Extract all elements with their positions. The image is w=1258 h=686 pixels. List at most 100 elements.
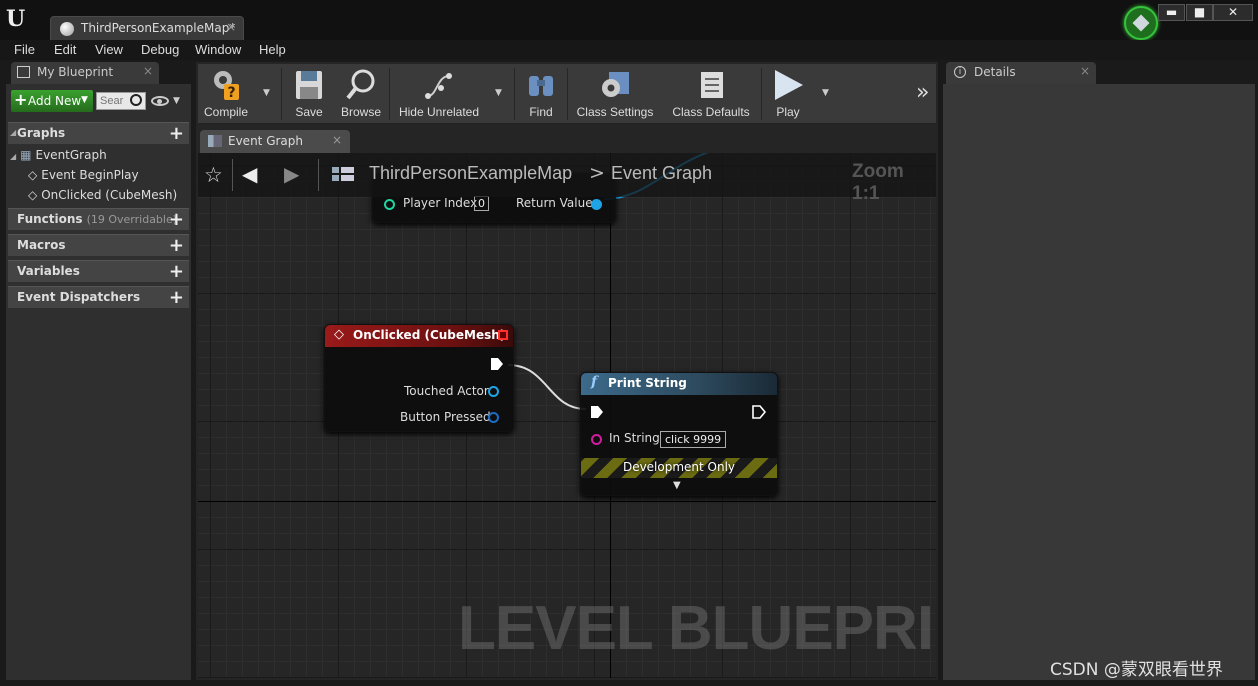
toolbar-divider xyxy=(514,68,515,120)
menu-debug[interactable]: Debug xyxy=(141,42,179,57)
tree-item-on-clicked[interactable]: ◇ OnClicked (CubeMesh) xyxy=(28,188,177,202)
section-functions[interactable]: Functions (19 Overridable) + xyxy=(8,208,189,230)
add-variable-button[interactable]: + xyxy=(169,261,184,282)
hide-unrelated-button[interactable]: Hide Unrelated xyxy=(394,64,484,124)
back-arrow-icon[interactable]: ◀ xyxy=(242,162,257,186)
close-icon[interactable]: × xyxy=(143,64,153,78)
event-icon: ◇ xyxy=(28,168,38,182)
save-button[interactable]: Save xyxy=(286,64,332,124)
section-macros[interactable]: Macros + xyxy=(8,234,189,256)
tab-event-graph[interactable]: Event Graph × xyxy=(200,130,350,153)
add-macro-button[interactable]: + xyxy=(169,235,184,256)
menu-file[interactable]: File xyxy=(14,42,35,57)
menu-edit[interactable]: Edit xyxy=(54,42,76,57)
tab-event-graph-label: Event Graph xyxy=(228,134,303,148)
tree-item-label: Event BeginPlay xyxy=(41,168,139,182)
add-function-button[interactable]: + xyxy=(169,209,184,230)
exec-in-pin-icon[interactable] xyxy=(590,405,604,419)
node-title: OnClicked (CubeMesh) xyxy=(353,328,506,342)
node-header: f Print String xyxy=(581,373,777,395)
my-blueprint-panel: + Add New ▼ ▼ ◢ Graphs + ◢▦EventGraph ◇E… xyxy=(6,84,191,680)
add-graph-button[interactable]: + xyxy=(169,123,184,144)
forward-arrow-icon[interactable]: ▶ xyxy=(284,162,299,186)
star-icon[interactable]: ☆ xyxy=(204,163,223,187)
compile-button[interactable]: ? Compile xyxy=(198,64,254,124)
player-index-input[interactable]: 0 xyxy=(474,196,489,211)
close-window-button[interactable]: ✕ xyxy=(1213,4,1253,21)
node-on-clicked[interactable]: ◇ OnClicked (CubeMesh) Touched Actor But… xyxy=(324,324,514,432)
exec-out-pin-icon[interactable] xyxy=(752,405,766,419)
pin-button-pressed-label: Button Pressed xyxy=(400,410,491,424)
graph-canvas[interactable]: Player Index 0 Return Value ☆ ◀ ▶ ThirdP… xyxy=(198,153,936,678)
play-button[interactable]: Play xyxy=(764,64,812,124)
chevron-down-icon[interactable]: ▼ xyxy=(495,88,502,98)
add-dispatcher-button[interactable]: + xyxy=(169,287,184,308)
delegate-pin-icon[interactable] xyxy=(498,330,508,340)
overflow-icon[interactable]: » xyxy=(916,80,929,105)
browse-label: Browse xyxy=(340,105,381,119)
toolbar-divider xyxy=(281,68,282,120)
class-settings-label: Class Settings xyxy=(576,105,654,119)
gear-icon xyxy=(602,72,629,97)
in-string-input[interactable]: click 9999 xyxy=(660,431,727,448)
class-defaults-button[interactable]: Class Defaults xyxy=(666,64,756,124)
menu-view[interactable]: View xyxy=(95,42,123,57)
pin-touched-actor-label: Touched Actor xyxy=(404,384,489,398)
menu-help[interactable]: Help xyxy=(259,42,286,57)
chevron-down-icon[interactable]: ▼ xyxy=(263,88,270,98)
expand-arrow-icon[interactable]: ▼ xyxy=(673,480,681,491)
section-variables[interactable]: Variables + xyxy=(8,260,189,282)
book-icon xyxy=(17,66,30,78)
find-button[interactable]: Find xyxy=(518,64,564,124)
compile-icon: ? xyxy=(214,71,239,101)
find-label: Find xyxy=(529,105,553,119)
int-pin-icon[interactable] xyxy=(384,199,395,210)
caret-down-icon: ◢ xyxy=(10,152,17,161)
close-icon[interactable]: × xyxy=(1080,64,1090,78)
plus-icon: + xyxy=(14,90,28,109)
minimize-button[interactable]: ▬ xyxy=(1158,4,1185,21)
breadcrumb-map[interactable]: ThirdPersonExampleMap xyxy=(369,163,572,184)
divider xyxy=(232,159,233,191)
checklist-icon xyxy=(701,72,723,98)
menu-window[interactable]: Window xyxy=(195,42,241,57)
string-pin-icon[interactable] xyxy=(591,434,602,445)
tree-item-label: EventGraph xyxy=(35,148,107,162)
section-event-dispatchers[interactable]: Event Dispatchers + xyxy=(8,286,189,308)
level-blueprint-watermark: LEVEL BLUEPRINT xyxy=(458,594,936,663)
tree-item-event-graph[interactable]: ◢ ▦ EventGraph xyxy=(10,148,107,162)
class-settings-button[interactable]: Class Settings xyxy=(572,64,658,124)
section-graphs[interactable]: ◢ Graphs + xyxy=(8,122,189,144)
details-tab[interactable]: i Details × xyxy=(946,62,1096,84)
document-tab[interactable]: ThirdPersonExampleMap* × xyxy=(50,16,244,40)
add-new-button[interactable]: + Add New ▼ xyxy=(11,90,93,112)
object-pin-icon[interactable] xyxy=(591,199,602,210)
section-variables-label: Variables xyxy=(17,264,80,278)
section-macros-label: Macros xyxy=(17,238,66,252)
pin-return-value-label: Return Value xyxy=(516,196,593,210)
info-icon: i xyxy=(954,66,966,78)
chevron-down-icon[interactable]: ▼ xyxy=(173,96,180,106)
source-control-icon[interactable] xyxy=(1124,6,1158,40)
close-icon[interactable]: × xyxy=(226,20,236,34)
breadcrumb-separator: > xyxy=(589,162,605,184)
node-print-string[interactable]: f Print String In String click 9999 Deve… xyxy=(580,372,778,496)
close-icon[interactable]: × xyxy=(332,133,342,147)
search-icon[interactable] xyxy=(130,94,142,106)
object-pin-icon[interactable] xyxy=(488,386,499,397)
play-label: Play xyxy=(776,105,800,119)
toolbar: ? Compile ▼ Save Browse Hide Unrelated ▼… xyxy=(198,64,936,124)
tree-item-begin-play[interactable]: ◇ Event BeginPlay xyxy=(28,168,139,182)
eye-icon[interactable] xyxy=(151,96,169,106)
node-title: Print String xyxy=(608,376,687,390)
chevron-down-icon[interactable]: ▼ xyxy=(822,88,829,98)
my-blueprint-tab[interactable]: My Blueprint × xyxy=(11,62,159,84)
struct-pin-icon[interactable] xyxy=(488,412,499,423)
event-icon: ◇ xyxy=(334,327,344,342)
exec-wire xyxy=(507,364,587,410)
exec-out-pin-icon[interactable] xyxy=(490,357,504,371)
browse-button[interactable]: Browse xyxy=(336,64,386,124)
divider xyxy=(318,159,319,191)
breadcrumb-event-graph: Event Graph xyxy=(611,163,713,183)
maximize-button[interactable]: ■ xyxy=(1186,4,1213,21)
